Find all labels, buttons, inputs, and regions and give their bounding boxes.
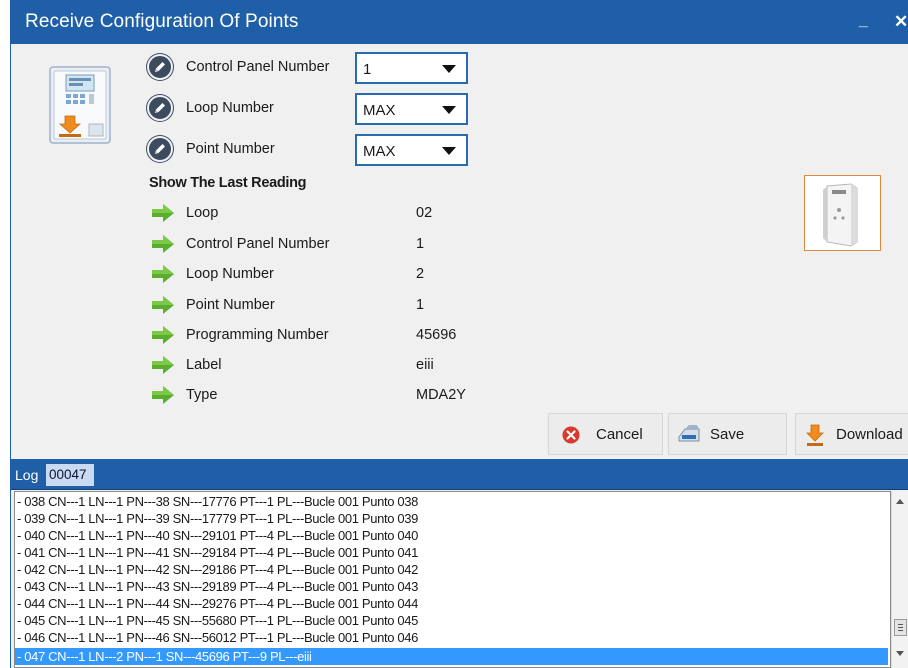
reading-value: 1 bbox=[416, 236, 425, 252]
control-panel-number-dropdown[interactable]: 1 bbox=[355, 52, 468, 84]
loop-number-dropdown[interactable]: MAX bbox=[355, 93, 468, 125]
log-header: Log 00047 bbox=[11, 459, 908, 490]
green-arrow-icon bbox=[152, 204, 174, 222]
scroll-up-icon[interactable] bbox=[896, 499, 904, 504]
log-line[interactable]: - 041 CN---1 LN---1 PN---41 SN---29184 P… bbox=[15, 544, 888, 561]
green-arrow-icon bbox=[152, 386, 174, 404]
reading-value: 1 bbox=[416, 297, 425, 313]
receive-configuration-window: Receive Configuration Of Points _ ✕ Cont… bbox=[10, 0, 908, 668]
log-line[interactable]: - 046 CN---1 LN---1 PN---46 SN---56012 P… bbox=[15, 629, 888, 646]
log-list[interactable]: - 038 CN---1 LN---1 PN---38 SN---17776 P… bbox=[14, 491, 891, 668]
dropdown-value: MAX bbox=[363, 143, 396, 160]
reading-label: Type bbox=[186, 387, 218, 403]
point-number-dropdown[interactable]: MAX bbox=[355, 134, 468, 166]
cancel-icon bbox=[562, 426, 580, 444]
reading-value: 2 bbox=[416, 266, 425, 282]
reading-label: Point Number bbox=[186, 297, 275, 313]
cancel-label: Cancel bbox=[596, 426, 643, 443]
reading-value: 02 bbox=[416, 205, 433, 221]
reading-value: 45696 bbox=[416, 327, 457, 343]
log-label: Log bbox=[15, 467, 39, 483]
download-label: Download bbox=[836, 426, 903, 443]
green-arrow-icon bbox=[152, 326, 174, 344]
control-panel-download-icon bbox=[49, 66, 111, 144]
device-image bbox=[804, 175, 881, 251]
green-arrow-icon bbox=[152, 235, 174, 253]
log-line[interactable]: - 042 CN---1 LN---1 PN---42 SN---29186 P… bbox=[15, 561, 888, 578]
chevron-down-icon bbox=[442, 65, 456, 73]
reading-label: Control Panel Number bbox=[186, 236, 330, 252]
close-button[interactable]: ✕ bbox=[894, 12, 908, 32]
chevron-down-icon bbox=[442, 106, 456, 114]
last-reading-heading: Show The Last Reading bbox=[149, 175, 307, 191]
log-line[interactable]: - 043 CN---1 LN---1 PN---43 SN---29189 P… bbox=[15, 578, 888, 595]
chevron-down-icon bbox=[442, 147, 456, 155]
dropdown-value: MAX bbox=[363, 102, 396, 119]
cancel-button[interactable]: Cancel bbox=[548, 413, 663, 455]
pencil-icon bbox=[147, 136, 173, 162]
log-line[interactable]: - 039 CN---1 LN---1 PN---39 SN---17779 P… bbox=[15, 510, 888, 527]
save-icon bbox=[678, 425, 700, 442]
log-line[interactable]: - 044 CN---1 LN---1 PN---44 SN---29276 P… bbox=[15, 595, 888, 612]
scroll-down-icon[interactable] bbox=[896, 651, 904, 656]
log-line[interactable]: - 040 CN---1 LN---1 PN---40 SN---29101 P… bbox=[15, 527, 888, 544]
title-bar[interactable]: Receive Configuration Of Points _ ✕ bbox=[11, 0, 908, 44]
log-line-selected[interactable]: - 047 CN---1 LN---2 PN---1 SN---45696 PT… bbox=[15, 648, 888, 665]
log-line[interactable]: - 038 CN---1 LN---1 PN---38 SN---17776 P… bbox=[15, 493, 888, 510]
reading-label: Loop Number bbox=[186, 266, 274, 282]
control-panel-number-label: Control Panel Number bbox=[186, 59, 330, 75]
green-arrow-icon bbox=[152, 356, 174, 374]
minimize-button[interactable]: _ bbox=[859, 12, 868, 30]
save-label: Save bbox=[710, 426, 745, 443]
save-button[interactable]: Save bbox=[668, 413, 787, 455]
reading-label: Programming Number bbox=[186, 327, 329, 343]
scrollbar-thumb[interactable] bbox=[894, 619, 907, 636]
reading-label: Loop bbox=[186, 205, 219, 221]
reading-value: MDA2Y bbox=[416, 387, 466, 403]
pencil-icon bbox=[147, 54, 173, 80]
download-button[interactable]: Download bbox=[795, 413, 908, 455]
green-arrow-icon bbox=[152, 265, 174, 283]
download-icon bbox=[806, 424, 824, 446]
log-scrollbar[interactable] bbox=[891, 491, 908, 668]
reading-value: eiii bbox=[416, 357, 434, 373]
loop-number-label: Loop Number bbox=[186, 100, 274, 116]
window-title: Receive Configuration Of Points bbox=[25, 11, 299, 32]
pencil-icon bbox=[147, 95, 173, 121]
log-count-badge: 00047 bbox=[46, 464, 94, 486]
reading-label: Label bbox=[186, 357, 222, 373]
point-number-label: Point Number bbox=[186, 141, 275, 157]
dropdown-value: 1 bbox=[363, 61, 372, 78]
log-line[interactable]: - 045 CN---1 LN---1 PN---45 SN---55680 P… bbox=[15, 612, 888, 629]
green-arrow-icon bbox=[152, 296, 174, 314]
